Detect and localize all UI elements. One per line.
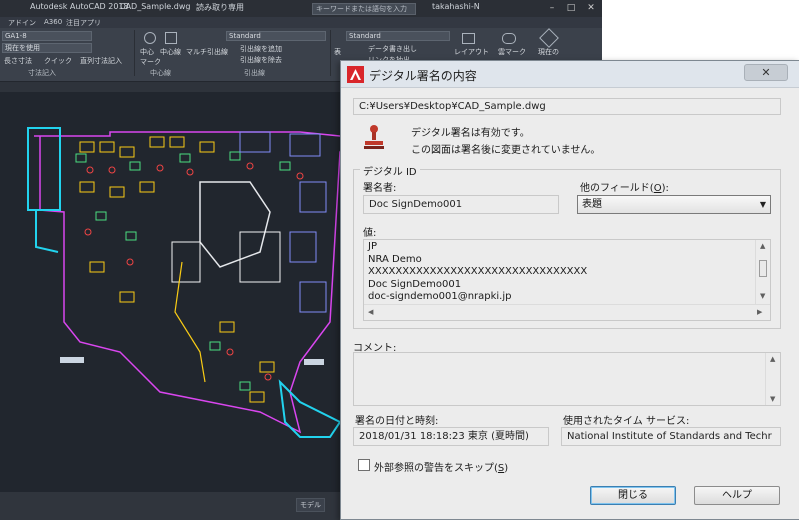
search-input[interactable]: キーワードまたは語句を入力 xyxy=(312,3,416,15)
desktop-background xyxy=(602,0,799,60)
digital-signature-dialog: デジタル署名の内容 ✕ C:¥Users¥Desktop¥CAD_Sample.… xyxy=(340,60,799,520)
layout-icon[interactable] xyxy=(462,33,475,44)
dialog-close-button[interactable]: ✕ xyxy=(744,64,788,81)
dim-linear-button[interactable]: 長さ寸法 xyxy=(4,56,32,66)
autocad-titlebar: Autodesk AutoCAD 2018 CAD_Sample.dwg 読み取… xyxy=(0,0,602,17)
dialog-titlebar: デジタル署名の内容 ✕ xyxy=(341,61,799,88)
remove-leader-button[interactable]: 引出線を除去 xyxy=(240,55,282,65)
dialog-title: デジタル署名の内容 xyxy=(369,69,477,83)
close-button[interactable]: 閉じる xyxy=(590,486,676,505)
cyan-block xyxy=(27,127,61,211)
desk-cluster-blue xyxy=(239,131,327,313)
desk-cluster-yellow xyxy=(79,136,275,403)
comment-scrollbar[interactable]: ▲ ▼ xyxy=(765,353,780,405)
data-extract-button[interactable]: データ書き出し xyxy=(368,44,417,54)
drawing-unchanged-message: この図面は署名後に変更されていません。 xyxy=(411,145,601,156)
time-service-label: 使用されたタイム サービス: xyxy=(563,416,690,427)
skip-xref-label[interactable]: 外部参照の警告をスキップ(S) xyxy=(374,459,508,474)
user-name[interactable]: takahashi-N xyxy=(432,2,480,11)
scroll-right-icon[interactable]: ▶ xyxy=(757,308,762,316)
ribbon-divider xyxy=(330,30,331,76)
table-style-combo[interactable]: Standard xyxy=(346,31,450,41)
signature-date-label: 署名の日付と時刻: xyxy=(355,416,439,427)
scroll-down-icon[interactable]: ▼ xyxy=(760,292,765,300)
layer-combo[interactable]: GA1-8 xyxy=(2,31,92,41)
current-view-button[interactable]: 現在の xyxy=(538,47,559,57)
desk-cluster-red xyxy=(84,162,304,381)
chevron-down-icon: ▼ xyxy=(759,200,766,209)
center-mark-sub: マーク xyxy=(140,58,161,66)
autocad-app-title: Autodesk AutoCAD 2018 xyxy=(30,2,129,11)
add-leader-button[interactable]: 引出線を追加 xyxy=(240,44,282,54)
center-mark-button[interactable]: 中心 xyxy=(140,47,154,57)
leader-style-combo[interactable]: Standard xyxy=(226,31,326,41)
room-label xyxy=(304,359,324,365)
center-line-button[interactable]: 中心線 xyxy=(160,47,181,57)
model-tab[interactable]: モデル xyxy=(296,498,325,512)
autocad-readonly-title: 読み取り専用 xyxy=(196,3,244,12)
scroll-up-icon[interactable]: ▲ xyxy=(760,242,765,250)
minimize-icon[interactable]: – xyxy=(543,2,561,15)
scroll-thumb[interactable] xyxy=(759,260,767,277)
signature-stamp-icon xyxy=(364,125,384,149)
signer-field: Doc SignDemo001 xyxy=(363,195,559,214)
skip-xref-checkbox[interactable] xyxy=(358,459,370,471)
center-line-icon[interactable] xyxy=(165,32,177,44)
panel-dimension-label: 寸法記入 xyxy=(28,69,56,77)
file-path-field: C:¥Users¥Desktop¥CAD_Sample.dwg xyxy=(353,98,781,115)
maximize-icon[interactable]: □ xyxy=(562,2,580,15)
value-vertical-scrollbar[interactable]: ▲ ▼ xyxy=(755,240,770,304)
other-fields-select[interactable]: 表題 ▼ xyxy=(577,195,771,214)
help-button[interactable]: ヘルプ xyxy=(694,486,780,505)
cyan-wall xyxy=(35,210,59,253)
ribbon-divider xyxy=(134,30,135,76)
value-text: JP NRA Demo XXXXXXXXXXXXXXXXXXXXXXXXXXXX… xyxy=(368,241,588,302)
center-mark-icon[interactable] xyxy=(144,32,156,44)
scroll-left-icon[interactable]: ◀ xyxy=(368,308,373,316)
scroll-up-icon[interactable]: ▲ xyxy=(770,355,775,363)
tab-addin[interactable]: アドイン xyxy=(8,18,36,28)
current-use-combo[interactable]: 現在を使用 xyxy=(2,43,92,53)
digital-id-group-label: デジタル ID xyxy=(360,163,420,178)
value-field[interactable]: JP NRA Demo XXXXXXXXXXXXXXXXXXXXXXXXXXXX… xyxy=(363,239,771,321)
tab-featured-apps[interactable]: 注目アプリ xyxy=(66,18,101,28)
layout-button[interactable]: レイアウト xyxy=(454,47,489,57)
other-fields-selected: 表題 xyxy=(582,199,602,210)
view-icon[interactable] xyxy=(539,28,559,48)
other-fields-label: 他のフィールド(O): xyxy=(580,183,669,194)
value-label: 値: xyxy=(363,228,377,239)
comment-field[interactable]: ▲ ▼ xyxy=(353,352,781,406)
window-close-icon[interactable]: ✕ xyxy=(582,2,600,15)
ribbon-tabs: アドイン A360 注目アプリ xyxy=(0,17,602,28)
dim-continue-button[interactable]: 直列寸法記入 xyxy=(80,56,122,66)
desk-cluster-green xyxy=(75,151,291,391)
table-button[interactable]: 表 xyxy=(334,47,341,57)
room-label xyxy=(60,357,84,363)
autocad-logo-icon xyxy=(347,66,364,83)
autocad-file-title: CAD_Sample.dwg xyxy=(120,2,191,11)
core-walls xyxy=(199,181,271,268)
time-service-field: National Institute of Standards and Tech… xyxy=(561,427,781,446)
multileader-button[interactable]: マルチ引出線 xyxy=(186,47,228,57)
signature-date-field: 2018/01/31 18:18:23 東京 (夏時間) xyxy=(353,427,549,446)
dim-quick-button[interactable]: クイック xyxy=(44,56,72,66)
cloud-mark-button[interactable]: 雲マーク xyxy=(498,47,526,57)
cloud-icon[interactable] xyxy=(502,33,516,44)
panel-leader-label: 引出線 xyxy=(244,69,265,77)
panel-center-label: 中心線 xyxy=(150,69,171,77)
scroll-down-icon[interactable]: ▼ xyxy=(770,395,775,403)
cyan-wall-lower xyxy=(278,379,342,438)
signer-label: 署名者: xyxy=(363,183,397,194)
value-horizontal-scrollbar[interactable]: ◀ ▶ xyxy=(364,304,770,320)
signature-valid-message: デジタル署名は有効です。 xyxy=(411,128,530,139)
tab-a360[interactable]: A360 xyxy=(44,18,62,26)
